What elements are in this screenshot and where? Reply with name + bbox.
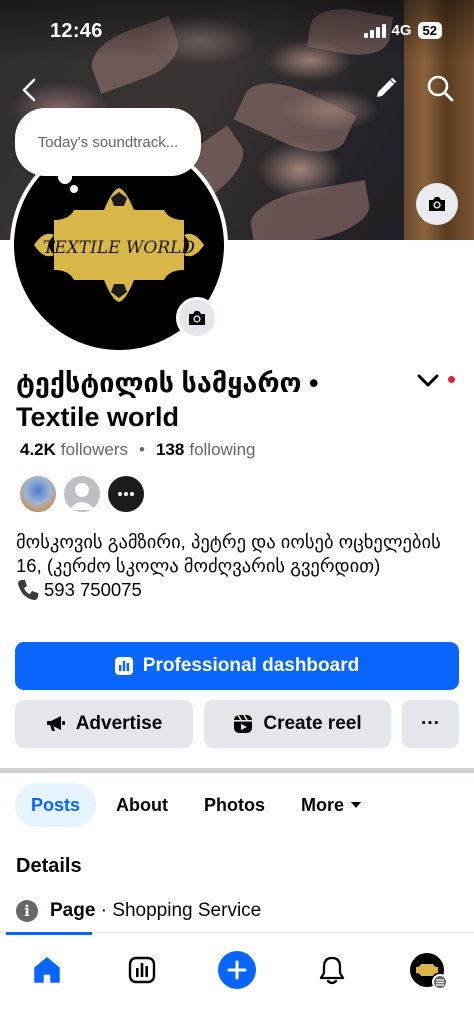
- page-type-label: Page: [50, 900, 96, 921]
- chevron-left-icon: [22, 78, 36, 102]
- section-divider: [0, 768, 474, 773]
- reel-icon: [234, 714, 253, 733]
- create-icon: [218, 951, 256, 989]
- tab-more[interactable]: More: [285, 783, 378, 827]
- active-tab-indicator: [6, 932, 92, 935]
- chevron-down-icon: [417, 374, 439, 387]
- details-heading: Details: [16, 855, 82, 877]
- battery-indicator: 52: [417, 22, 442, 39]
- nav-profile-menu[interactable]: [402, 945, 452, 995]
- tab-photos[interactable]: Photos: [188, 783, 281, 827]
- notification-dot: [448, 376, 455, 383]
- tab-label: About: [116, 794, 169, 815]
- status-indicators: 4G 52: [363, 22, 442, 39]
- bio: მოსკოვის გამზირი, პეტრე და იოსებ ოცხელებ…: [16, 530, 456, 602]
- tab-about[interactable]: About: [100, 783, 184, 827]
- megaphone-icon: [46, 716, 65, 731]
- edit-cover-button[interactable]: [416, 183, 458, 225]
- more-followers-button[interactable]: [106, 474, 146, 514]
- page-title: ტექსტილის სამყარო • Textile world: [16, 368, 319, 432]
- cover-pattern-leaf: [246, 179, 374, 240]
- camera-icon: [189, 311, 205, 325]
- follower-avatar[interactable]: [18, 474, 58, 514]
- professional-dashboard-label: Professional dashboard: [142, 655, 360, 676]
- info-icon: i: [16, 900, 38, 922]
- search-icon: [427, 75, 454, 102]
- bio-phone[interactable]: 593 750075: [44, 578, 142, 602]
- create-reel-label: Create reel: [263, 713, 362, 734]
- status-time: 12:46: [50, 20, 103, 42]
- more-options-button[interactable]: ···: [402, 700, 459, 748]
- nav-create[interactable]: [212, 945, 262, 995]
- cover-pattern-leaf: [233, 69, 357, 166]
- dashboard-icon: [128, 956, 156, 984]
- tab-label: Posts: [31, 794, 81, 815]
- menu-icon: [432, 974, 448, 990]
- bio-address: მოსკოვის გამზირი, პეტრე და იოსებ ოცხელებ…: [16, 531, 441, 576]
- logo-text: TEXTILE WORLD: [43, 238, 196, 258]
- signal-icon: [363, 23, 386, 38]
- bottom-navigation: [0, 932, 474, 1026]
- bio-phone-row: 593 750075: [16, 578, 456, 602]
- nav-notifications[interactable]: [307, 945, 357, 995]
- follow-stats: 4.2K followers • 138 following: [20, 440, 256, 460]
- search-button[interactable]: [424, 72, 456, 104]
- tab-label: More: [301, 794, 345, 815]
- tab-posts[interactable]: Posts: [15, 783, 97, 827]
- profile-tabs: Posts About Photos More: [15, 783, 382, 827]
- edit-button[interactable]: [370, 72, 402, 104]
- details-separator: ·: [95, 900, 113, 921]
- camera-icon: [429, 197, 445, 211]
- note-text: Today's soundtrack...: [37, 133, 179, 151]
- account-switcher-button[interactable]: [412, 368, 444, 394]
- nav-dashboard[interactable]: [117, 945, 167, 995]
- note-bubble-tail: [70, 185, 78, 193]
- page-category-row: i Page · Shopping Service: [16, 900, 261, 922]
- follower-avatars[interactable]: [18, 474, 146, 514]
- create-reel-button[interactable]: Create reel: [204, 700, 391, 748]
- dashboard-icon: [114, 657, 133, 675]
- advertise-button[interactable]: Advertise: [15, 700, 193, 748]
- follower-avatar[interactable]: [62, 474, 102, 514]
- note-bubble-tail: [58, 170, 72, 184]
- followers-label[interactable]: followers: [61, 440, 128, 460]
- network-type: 4G: [391, 22, 412, 39]
- default-person-icon: [69, 483, 95, 510]
- back-button[interactable]: [14, 74, 46, 106]
- pencil-icon: [377, 77, 397, 97]
- tab-label: Photos: [204, 794, 266, 815]
- page-category: Shopping Service: [112, 900, 262, 921]
- followers-count[interactable]: 4.2K: [20, 440, 56, 460]
- edit-profile-picture-button[interactable]: [176, 297, 218, 339]
- following-count[interactable]: 138: [156, 440, 184, 460]
- nav-home[interactable]: [22, 945, 72, 995]
- professional-dashboard-button[interactable]: Professional dashboard: [15, 642, 459, 690]
- advertise-label: Advertise: [75, 713, 163, 734]
- more-dots-icon: ···: [421, 713, 440, 734]
- status-bar: 12:46 4G 52: [0, 0, 474, 60]
- home-icon: [34, 957, 60, 983]
- following-label[interactable]: following: [189, 440, 255, 460]
- bell-icon: [319, 956, 345, 985]
- profile-menu-avatar: [410, 953, 448, 990]
- note-bubble[interactable]: Today's soundtrack...: [15, 108, 201, 176]
- stats-separator: •: [139, 440, 145, 459]
- phone-icon: [18, 580, 38, 600]
- more-dots-icon: [118, 492, 134, 496]
- caret-down-icon: [351, 802, 362, 808]
